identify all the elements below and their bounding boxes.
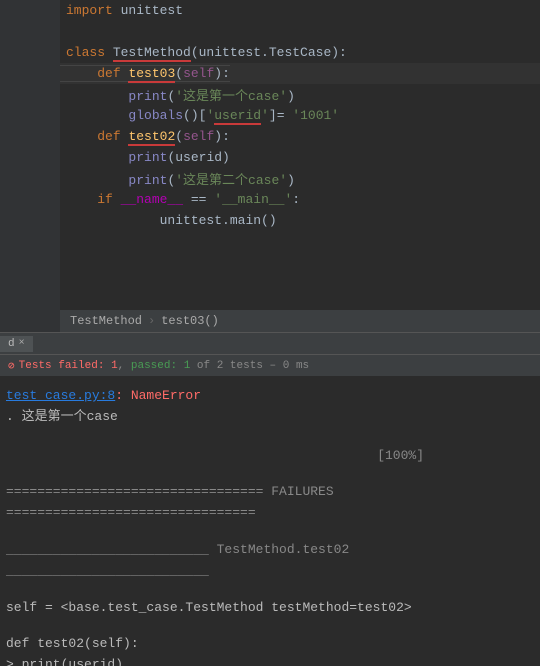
stdout-line: . 这是第一个case bbox=[6, 407, 534, 428]
code-line[interactable]: 9 print('这是第二个case') bbox=[0, 168, 540, 189]
error-type: : NameError bbox=[115, 388, 201, 403]
code-content[interactable]: if __name__ == '__main__': bbox=[60, 192, 300, 207]
gutter bbox=[0, 0, 60, 332]
code-editor[interactable]: 1import unittest23▶⊖class TestMethod(uni… bbox=[0, 0, 540, 332]
test-status-bar: ⊘ Tests failed: 1 , passed: 1 of 2 tests… bbox=[0, 354, 540, 376]
code-line[interactable]: 7▶⊖ def test02(self): bbox=[0, 126, 540, 147]
error-file-link[interactable]: test_case.py:8 bbox=[6, 388, 115, 403]
code-content[interactable]: def test03(self): bbox=[60, 65, 230, 82]
failures-separator: ================================= FAILUR… bbox=[6, 482, 534, 524]
warning-icon: ⊘ bbox=[8, 359, 15, 373]
close-icon[interactable]: × bbox=[19, 338, 25, 349]
code-content[interactable]: def test02(self): bbox=[60, 129, 230, 144]
tests-passed-label: passed: bbox=[131, 360, 177, 372]
code-content[interactable]: print('这是第一个case') bbox=[60, 85, 295, 104]
code-line[interactable]: 10 if __name__ == '__main__': bbox=[0, 189, 540, 210]
code-content[interactable]: import unittest bbox=[60, 3, 183, 18]
code-line[interactable]: 8 print(userid) bbox=[0, 147, 540, 168]
code-line[interactable]: 11 unittest.main() bbox=[0, 210, 540, 231]
code-content[interactable]: print('这是第二个case') bbox=[60, 169, 295, 188]
code-content[interactable]: globals()['userid']= '1001' bbox=[60, 108, 339, 123]
tool-tabs[interactable]: d × bbox=[0, 332, 540, 354]
tab-run[interactable]: d × bbox=[0, 336, 33, 352]
self-repr: self = <base.test_case.TestMethod testMe… bbox=[6, 598, 534, 619]
code-line[interactable]: 6 globals()['userid']= '1001' bbox=[0, 105, 540, 126]
code-line[interactable]: 5 print('这是第一个case') bbox=[0, 84, 540, 105]
traceback-line: > print(userid) bbox=[6, 655, 534, 666]
breadcrumb-method[interactable]: test03() bbox=[161, 314, 219, 328]
tests-passed-count: 1 bbox=[184, 360, 191, 372]
breadcrumb-class[interactable]: TestMethod bbox=[70, 314, 142, 328]
traceback-def: def test02(self): bbox=[6, 634, 534, 655]
code-line[interactable]: 2 bbox=[0, 21, 540, 42]
tests-failed-count: 1 bbox=[111, 360, 118, 372]
code-line[interactable]: 3▶⊖class TestMethod(unittest.TestCase): bbox=[0, 42, 540, 63]
tests-failed-label: Tests failed: bbox=[19, 360, 105, 372]
console-output[interactable]: test_case.py:8: NameError . 这是第一个case [1… bbox=[0, 376, 540, 666]
code-line[interactable]: 1import unittest bbox=[0, 0, 540, 21]
code-line[interactable]: 12 bbox=[0, 231, 540, 252]
breadcrumb[interactable]: TestMethod › test03() bbox=[60, 310, 540, 332]
code-content[interactable]: class TestMethod(unittest.TestCase): bbox=[60, 45, 347, 60]
breadcrumb-separator: › bbox=[148, 314, 155, 328]
progress-indicator: [100%] bbox=[6, 446, 534, 467]
tests-time: – 0 ms bbox=[270, 360, 310, 372]
tab-label: d bbox=[8, 338, 15, 350]
tests-total: of 2 tests bbox=[197, 360, 263, 372]
code-content[interactable]: print(userid) bbox=[60, 150, 230, 165]
test-name-separator: __________________________ TestMethod.te… bbox=[6, 540, 534, 582]
code-line[interactable]: 4💡 def test03(self): bbox=[0, 63, 540, 84]
code-content[interactable]: unittest.main() bbox=[60, 213, 277, 228]
